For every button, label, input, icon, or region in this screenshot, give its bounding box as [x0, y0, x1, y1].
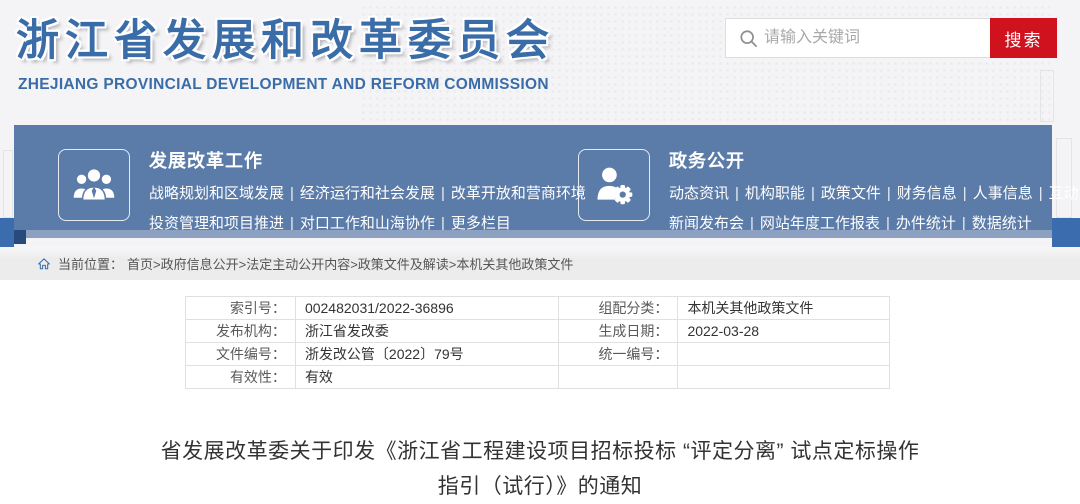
nav-link[interactable]: 改革开放和营商环境 — [451, 185, 586, 202]
nav-section-development-reform: 发展改革工作 战略规划和区域发展 | 经济运行和社会发展 | 改革开放和营商环境 投资管… — [58, 145, 586, 239]
nav-link[interactable]: 经济运行和社会发展 — [300, 185, 435, 202]
home-icon — [37, 257, 51, 271]
nav-links-row: 动态资讯|机构职能|政策文件|财务信息|人事信息|互动交流| — [669, 179, 1080, 209]
site-subtitle: ZHEJIANG PROVINCIAL DEVELOPMENT AND REFO… — [18, 76, 549, 93]
meta-value — [677, 342, 890, 366]
table-row: 有效性： 有效 — [185, 365, 890, 389]
nav-separator: | — [290, 185, 294, 202]
nav-ribbon-fold-corner — [14, 230, 26, 244]
meta-label: 发布机构： — [185, 319, 296, 343]
nav-separator: | — [886, 185, 891, 202]
nav-separator: | — [1038, 185, 1043, 202]
document-title-line1: 省发展改革委关于印发《浙江省工程建设项目招标投标 “评定分离” 试点定标操作 — [160, 440, 920, 463]
building-silhouette — [1040, 70, 1054, 122]
search-bar: 搜索 — [725, 18, 1057, 58]
search-input[interactable] — [764, 20, 990, 56]
nav-link[interactable]: 战略规划和区域发展 — [149, 185, 284, 202]
nav-separator: | — [735, 185, 739, 202]
nav-link[interactable]: 政策文件 — [821, 185, 881, 202]
table-row: 发布机构： 浙江省发改委 生成日期： 2022-03-28 — [185, 319, 890, 343]
nav-section-title: 政务公开 — [669, 151, 745, 171]
meta-label: 生成日期： — [557, 319, 679, 343]
nav-section-title: 发展改革工作 — [149, 151, 263, 171]
breadcrumb-prefix: 当前位置： — [58, 257, 124, 272]
user-gear-icon — [578, 149, 650, 221]
document-meta-table: 索引号： 002482031/2022-36896 组配分类： 本机关其他政策文… — [185, 296, 890, 389]
nav-section-government-affairs: 政务公开 动态资讯|机构职能|政策文件|财务信息|人事信息|互动交流| 新闻发布… — [578, 145, 1080, 239]
meta-value: 002482031/2022-36896 — [294, 296, 559, 320]
nav-link[interactable]: 互动交流 — [1049, 185, 1080, 202]
search-icon — [726, 29, 764, 48]
document-title: 省发展改革委关于印发《浙江省工程建设项目招标投标 “评定分离” 试点定标操作 指… — [0, 434, 1080, 504]
nav-link[interactable]: 机构职能 — [745, 185, 805, 202]
table-row: 文件编号： 浙发改公管〔2022〕79号 统一编号： — [185, 342, 890, 366]
meta-value: 本机关其他政策文件 — [677, 296, 890, 320]
nav-band-left-edge — [0, 218, 14, 247]
meta-value: 2022-03-28 — [677, 319, 890, 343]
main-navigation: 发展改革工作 战略规划和区域发展 | 经济运行和社会发展 | 改革开放和营商环境 投资管… — [14, 125, 1080, 232]
nav-ribbon-fold — [26, 230, 1052, 238]
meta-value — [677, 365, 890, 389]
nav-links-row: 战略规划和区域发展 | 经济运行和社会发展 | 改革开放和营商环境 — [149, 179, 586, 209]
people-group-icon — [58, 149, 130, 221]
meta-label: 有效性： — [185, 365, 296, 389]
document-title-line2: 指引（试行）》的通知 — [437, 475, 643, 498]
meta-value: 有效 — [294, 365, 559, 389]
nav-separator: | — [962, 185, 967, 202]
meta-label: 索引号： — [185, 296, 296, 320]
nav-separator: | — [440, 185, 445, 202]
table-row: 索引号： 002482031/2022-36896 组配分类： 本机关其他政策文… — [185, 296, 890, 320]
nav-link[interactable]: 动态资讯 — [669, 185, 729, 202]
meta-label — [557, 365, 679, 389]
meta-label: 组配分类： — [557, 296, 679, 320]
meta-value: 浙发改公管〔2022〕79号 — [294, 342, 559, 366]
nav-link[interactable]: 人事信息 — [973, 185, 1033, 202]
nav-link[interactable]: 财务信息 — [897, 185, 957, 202]
nav-separator: | — [810, 185, 815, 202]
site-title: 浙江省发展和改革委员会 — [16, 17, 555, 65]
breadcrumb-path[interactable]: 首页>政府信息公开>法定主动公开内容>政策文件及解读>本机关其他政策文件 — [127, 254, 573, 273]
meta-label: 统一编号： — [557, 342, 679, 366]
building-silhouette — [3, 150, 13, 218]
breadcrumb: 当前位置： 首页>政府信息公开>法定主动公开内容>政策文件及解读>本机关其他政策… — [0, 247, 1080, 280]
meta-value: 浙江省发改委 — [294, 319, 559, 343]
meta-label: 文件编号： — [185, 342, 296, 366]
search-button[interactable]: 搜索 — [990, 18, 1057, 58]
